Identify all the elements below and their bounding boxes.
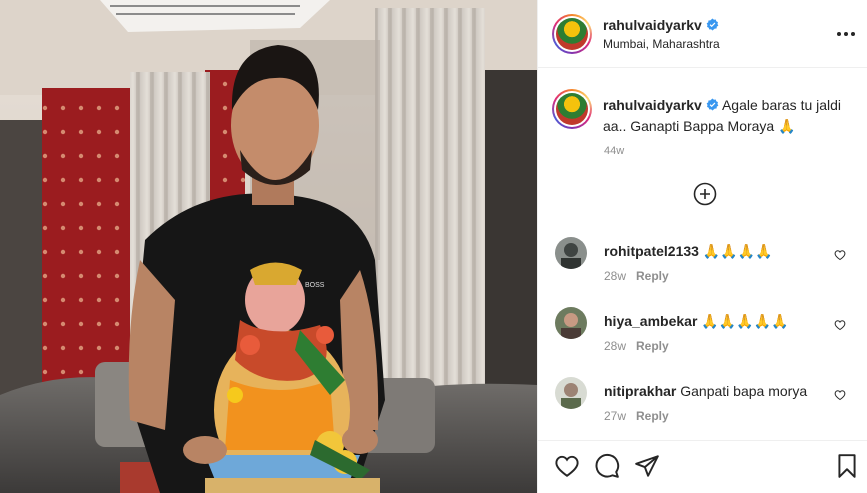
comment-body: nitiprakhar Ganpati bapa morya <box>604 383 807 399</box>
share-paper-plane-icon[interactable] <box>634 453 660 479</box>
post-caption: rahulvaidyarkv Agale baras tu jaldi aa..… <box>603 95 858 137</box>
comment-text: Ganpati bapa morya <box>680 383 808 399</box>
comment-item: nitiprakhar Ganpati bapa morya 27w Reply <box>538 377 867 437</box>
post-action-bar <box>538 440 867 493</box>
post-side-panel: rahulvaidyarkv Mumbai, Maharashtra rahul… <box>537 0 867 493</box>
post-location[interactable]: Mumbai, Maharashtra <box>603 37 720 51</box>
more-options-icon[interactable] <box>836 24 856 44</box>
comment-time[interactable]: 28w <box>604 269 626 283</box>
comment-avatar[interactable] <box>555 377 587 409</box>
comment-text: 🙏🙏🙏🙏 <box>702 243 773 259</box>
comment-avatar[interactable] <box>555 307 587 339</box>
comment-meta: 27w Reply <box>604 409 669 423</box>
save-bookmark-icon[interactable] <box>834 453 860 479</box>
post-photo[interactable]: BOSS <box>0 0 537 493</box>
author-avatar[interactable] <box>552 14 592 54</box>
comment-username[interactable]: hiya_ambekar <box>604 313 697 329</box>
comment-body: hiya_ambekar 🙏🙏🙏🙏🙏 <box>604 313 788 330</box>
comment-item: hiya_ambekar 🙏🙏🙏🙏🙏 28w Reply <box>538 307 867 367</box>
reply-button[interactable]: Reply <box>636 409 669 423</box>
svg-text:BOSS: BOSS <box>305 282 325 289</box>
author-name-row: rahulvaidyarkv <box>603 17 719 33</box>
like-comment-heart-icon[interactable] <box>834 319 846 331</box>
comment-username[interactable]: nitiprakhar <box>604 383 676 399</box>
caption-timestamp[interactable]: 44w <box>604 145 624 157</box>
caption-author-avatar[interactable] <box>552 89 592 129</box>
reply-button[interactable]: Reply <box>636 339 669 353</box>
comment-item: rohitpatel2133 🙏🙏🙏🙏 28w Reply <box>538 237 867 297</box>
comment-time[interactable]: 28w <box>604 339 626 353</box>
comment-avatar[interactable] <box>555 237 587 269</box>
comment-time[interactable]: 27w <box>604 409 626 423</box>
like-heart-icon[interactable] <box>554 453 580 479</box>
load-more-comments-icon[interactable] <box>693 182 717 206</box>
post-image: BOSS <box>0 0 537 493</box>
comment-meta: 28w Reply <box>604 339 669 353</box>
comment-username[interactable]: rohitpatel2133 <box>604 243 699 259</box>
post-header: rahulvaidyarkv Mumbai, Maharashtra <box>538 0 867 68</box>
like-comment-heart-icon[interactable] <box>834 249 846 261</box>
comment-bubble-icon[interactable] <box>594 453 620 479</box>
reply-button[interactable]: Reply <box>636 269 669 283</box>
verified-badge-icon <box>706 98 719 111</box>
like-comment-heart-icon[interactable] <box>834 389 846 401</box>
comment-text: 🙏🙏🙏🙏🙏 <box>701 313 789 329</box>
comment-body: rohitpatel2133 🙏🙏🙏🙏 <box>604 243 773 260</box>
caption-username[interactable]: rahulvaidyarkv <box>603 97 702 113</box>
comment-meta: 28w Reply <box>604 269 669 283</box>
author-username[interactable]: rahulvaidyarkv <box>603 17 702 33</box>
verified-badge-icon <box>706 18 719 31</box>
